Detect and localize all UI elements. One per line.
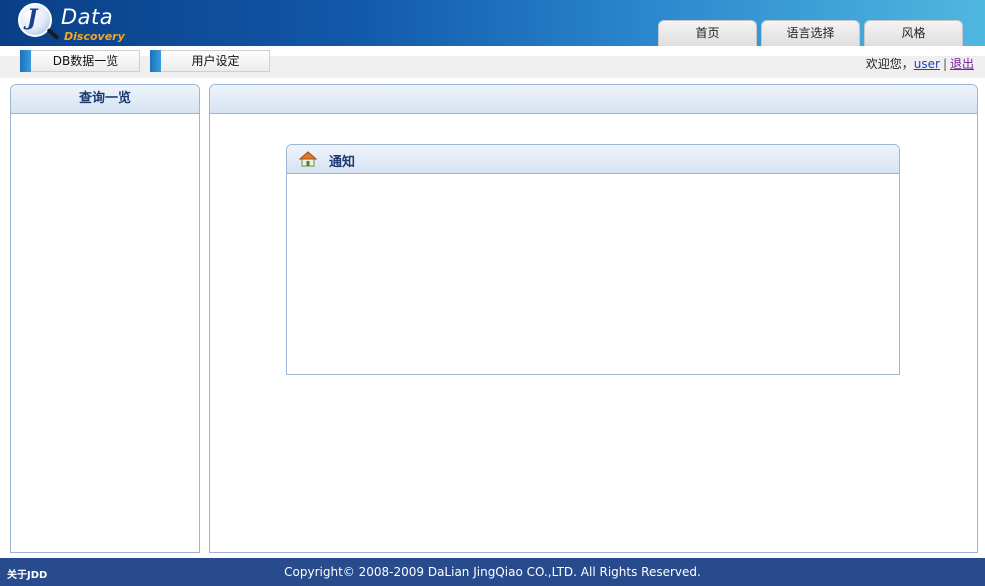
logo-subtitle: Discovery: [64, 30, 125, 43]
sub-navigation-strip: [0, 56, 985, 78]
link-separator: |: [942, 57, 947, 71]
logo-word: Data: [61, 5, 114, 29]
user-settings-label: 用户设定: [191, 54, 240, 68]
magnifier-handle: [46, 27, 60, 41]
logout-link[interactable]: 退出: [950, 57, 974, 71]
welcome-area: 欢迎您，user | 退出: [866, 56, 974, 72]
notice-header: 通知: [287, 145, 899, 174]
main-content-header: [210, 85, 977, 114]
tab-language[interactable]: 语言选择: [761, 20, 860, 46]
sub-navigation-bar: DB数据一览 用户设定 欢迎您，user | 退出: [0, 46, 985, 78]
tab-style[interactable]: 风格: [864, 20, 963, 46]
user-settings-button[interactable]: 用户设定: [150, 50, 270, 72]
user-link[interactable]: user: [914, 57, 940, 71]
db-data-list-label: DB数据一览: [52, 54, 119, 68]
query-list-panel: 查询一览: [10, 84, 200, 553]
notice-title: 通知: [329, 155, 356, 170]
app-header: J Data Discovery 首页 语言选择 风格: [0, 0, 985, 46]
query-list-header: 查询一览: [11, 85, 199, 114]
tab-home[interactable]: 首页: [658, 20, 757, 46]
notice-panel: 通知: [286, 144, 900, 375]
welcome-text: 欢迎您，: [865, 57, 914, 71]
copyright-text: Copyright© 2008-2009 DaLian JingQiao CO.…: [284, 565, 701, 579]
logo-letter: J: [27, 5, 38, 31]
app-logo[interactable]: J Data Discovery: [18, 2, 128, 46]
page-footer: 关于JDD Copyright© 2008-2009 DaLian JingQi…: [0, 558, 985, 586]
home-icon: [299, 151, 317, 167]
db-data-list-button[interactable]: DB数据一览: [20, 50, 140, 72]
button-marker: [150, 50, 161, 72]
query-list-title: 查询一览: [78, 91, 131, 106]
button-marker: [20, 50, 31, 72]
